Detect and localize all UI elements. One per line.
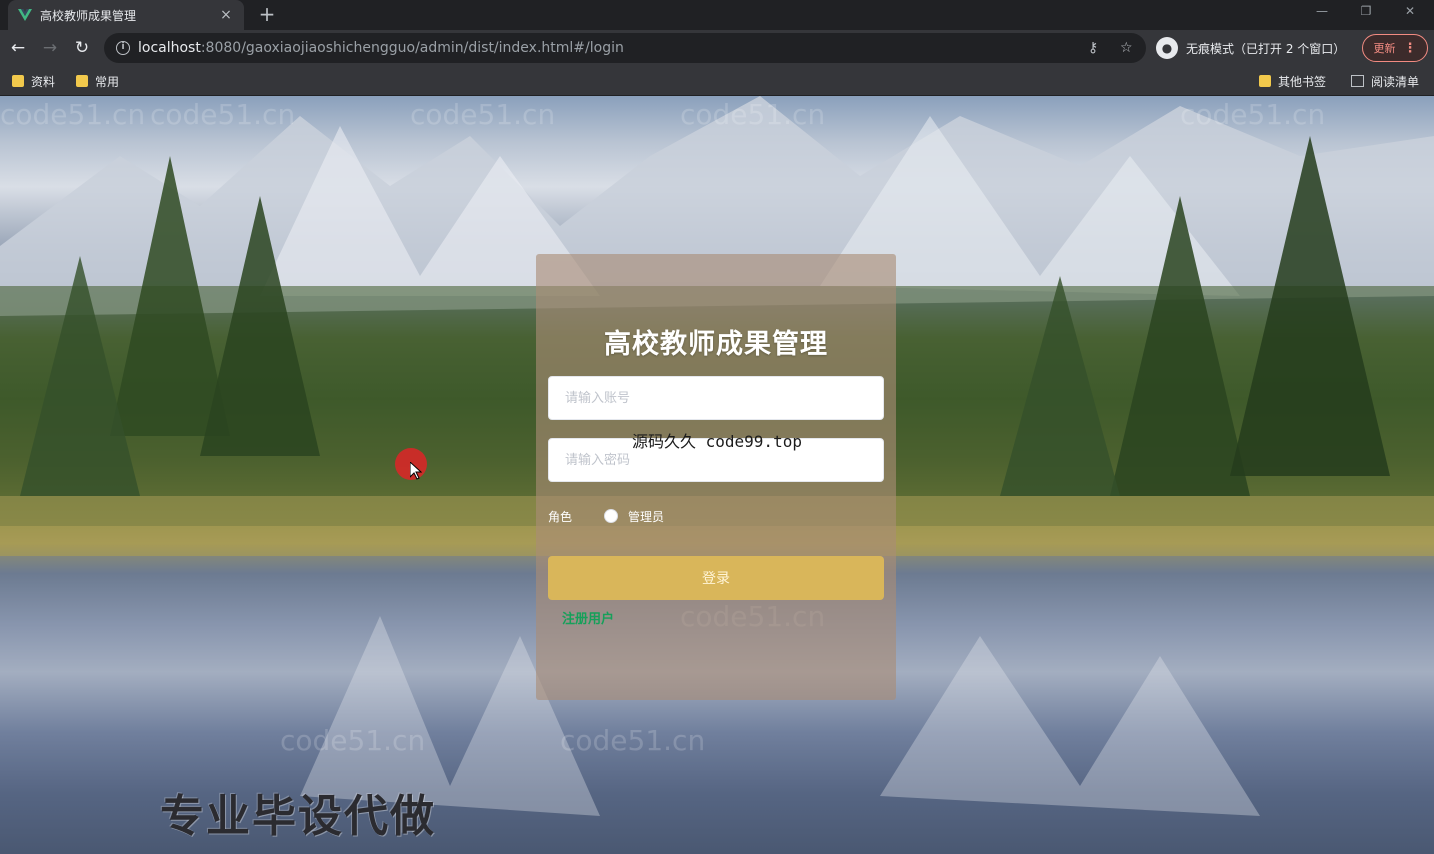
menu-kebab-icon: ⋮ (1403, 40, 1417, 56)
incognito-icon: ● (1156, 37, 1178, 59)
password-key-icon[interactable]: ⚷ (1088, 40, 1098, 56)
login-button[interactable]: 登录 (548, 556, 884, 600)
watermark-text: code51.cn (410, 98, 556, 131)
login-title: 高校教师成果管理 (604, 329, 828, 360)
bookmark-other[interactable]: 其他书签 (1259, 72, 1326, 90)
incognito-indicator[interactable]: ● 无痕模式（已打开 2 个窗口） (1156, 36, 1345, 60)
bookmarks-bar: 资料 常用 其他书签 阅读清单 (0, 66, 1434, 96)
browser-tab[interactable]: 高校教师成果管理 × (8, 0, 244, 30)
new-tab-button[interactable]: + (256, 3, 278, 25)
role-label: 角色 (548, 509, 573, 524)
site-info-icon[interactable]: i (116, 41, 130, 55)
address-bar[interactable]: i localhost :8080/gaoxiaojiaoshichengguo… (104, 33, 1146, 63)
close-window-icon[interactable]: ✕ (1390, 0, 1430, 24)
update-button[interactable]: 更新 ⋮ (1362, 34, 1428, 62)
bookmark-label: 阅读清单 (1371, 74, 1420, 89)
login-card: 高校教师成果管理 角色 管理员 登录 注册用户 (536, 254, 896, 700)
username-input[interactable] (548, 376, 884, 420)
tab-strip: 高校教师成果管理 × + — ❐ ✕ (0, 0, 1434, 30)
watermark-text: code51.cn (1180, 98, 1326, 131)
bookmark-label: 资料 (31, 74, 56, 89)
bookmark-folder-changyong[interactable]: 常用 (76, 72, 119, 90)
watermark-text: code51.cn (560, 724, 706, 757)
folder-icon (1259, 75, 1271, 87)
vue-favicon-icon (18, 9, 32, 21)
bookmark-folder-ziliao[interactable]: 资料 (12, 72, 55, 90)
promo-text: 专业毕设代做 (160, 791, 436, 842)
restore-icon[interactable]: ❐ (1346, 0, 1386, 24)
forward-icon[interactable]: → (38, 36, 62, 60)
watermark-text: code51.cn (150, 98, 296, 131)
back-icon[interactable]: ← (6, 36, 30, 60)
watermark-text: code51.cn (280, 724, 426, 757)
update-label: 更新 (1373, 42, 1396, 55)
incognito-label: 无痕模式（已打开 2 个窗口） (1186, 41, 1346, 56)
watermark-text: code51.cn (680, 98, 826, 131)
bookmark-label: 其他书签 (1278, 74, 1327, 89)
bookmark-star-icon[interactable]: ☆ (1120, 40, 1133, 56)
reading-list[interactable]: 阅读清单 (1351, 72, 1419, 90)
reading-list-icon (1351, 75, 1364, 87)
center-watermark: 源码久久 code99.top (632, 432, 802, 451)
role-radio-admin[interactable] (604, 509, 618, 523)
bookmark-label: 常用 (95, 74, 120, 89)
tab-close-icon[interactable]: × (218, 7, 234, 23)
role-option-label[interactable]: 管理员 (628, 508, 664, 525)
url-path: :8080/gaoxiaojiaoshichengguo/admin/dist/… (200, 40, 624, 56)
page-viewport: code51.cn code51.cn code51.cn code51.cn … (0, 96, 1434, 854)
register-link[interactable]: 注册用户 (562, 608, 614, 627)
folder-icon (76, 75, 88, 87)
watermark-text: code51.cn (0, 98, 146, 131)
browser-toolbar: ← → ↻ i localhost :8080/gaoxiaojiaoshich… (0, 30, 1434, 66)
url-host: localhost (138, 40, 201, 56)
role-selector: 角色 管理员 (548, 506, 664, 526)
folder-icon (12, 75, 24, 87)
mouse-pointer-icon (410, 462, 422, 480)
reload-icon[interactable]: ↻ (70, 36, 94, 60)
tab-title: 高校教师成果管理 (40, 8, 137, 23)
minimize-icon[interactable]: — (1302, 0, 1342, 24)
